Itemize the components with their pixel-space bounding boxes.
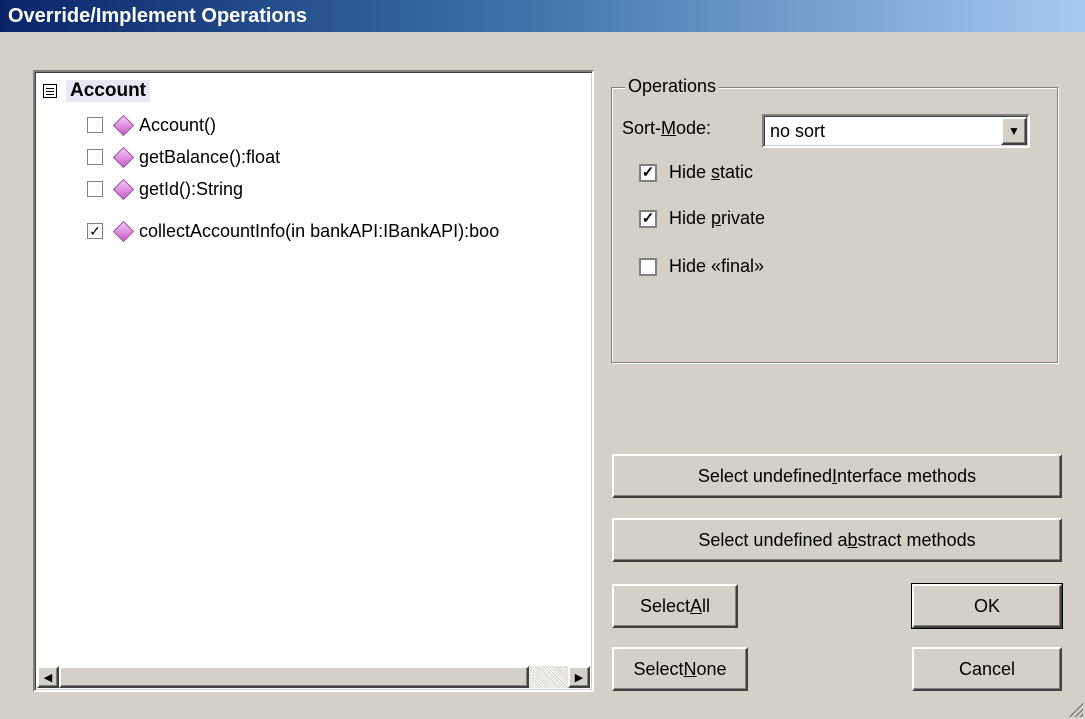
tree-item-checkbox[interactable]: [87, 181, 103, 197]
tree-item-label: getId():String: [139, 178, 244, 199]
tree-item-label: collectAccountInfo(in bankAPI:IBankAPI):…: [139, 220, 500, 241]
hide-final-label: Hide «final»: [669, 256, 765, 276]
select-interface-methods-button[interactable]: Select undefined Interface methods: [612, 454, 1062, 498]
select-none-button[interactable]: Select None: [612, 647, 748, 691]
hide-final-checkbox[interactable]: Hide «final»: [639, 256, 764, 277]
operation-icon: [112, 178, 135, 200]
operation-icon: [112, 114, 135, 136]
tree-item-account-constructor[interactable]: Account(): [87, 112, 216, 138]
tree-item-getid[interactable]: getId():String: [87, 176, 243, 202]
operations-group: Operations Sort-Mode: no sort ▼ ✓ Hide s…: [611, 76, 1058, 363]
tree-root-label: Account: [66, 80, 150, 102]
collapse-icon[interactable]: [43, 84, 57, 98]
operations-legend: Operations: [625, 76, 720, 97]
hide-static-check[interactable]: ✓: [639, 163, 657, 182]
sort-mode-value: no sort: [770, 121, 826, 141]
tree-root-account[interactable]: Account: [43, 78, 150, 104]
tree-item-getbalance[interactable]: getBalance():float: [87, 144, 280, 170]
ok-button[interactable]: OK: [911, 583, 1063, 629]
hide-final-check[interactable]: [639, 257, 657, 276]
resize-grip-icon[interactable]: [1067, 701, 1083, 717]
hide-static-checkbox[interactable]: ✓ Hide static: [639, 162, 753, 183]
tree-item-label: Account(): [139, 114, 217, 135]
hide-private-label: Hide private: [669, 208, 766, 228]
scroll-left-icon[interactable]: ◀: [37, 666, 59, 688]
tree-item-label: getBalance():float: [139, 146, 281, 167]
hide-static-label: Hide static: [669, 162, 754, 182]
hide-private-checkbox[interactable]: ✓ Hide private: [639, 208, 765, 229]
hide-private-check[interactable]: ✓: [639, 209, 657, 228]
tree-item-checkbox[interactable]: ✓: [87, 223, 103, 239]
window-title: Override/Implement Operations: [0, 0, 1085, 32]
scroll-right-icon[interactable]: ▶: [568, 666, 590, 688]
sort-mode-select[interactable]: no sort ▼: [762, 114, 1030, 148]
sort-mode-label: Sort-Mode:: [622, 118, 712, 138]
tree-item-collectaccountinfo[interactable]: ✓ collectAccountInfo(in bankAPI:IBankAPI…: [87, 218, 499, 244]
chevron-down-icon[interactable]: ▼: [1001, 117, 1027, 145]
operation-icon: [112, 220, 135, 242]
horizontal-scrollbar[interactable]: ◀ ▶: [37, 666, 590, 688]
cancel-button[interactable]: Cancel: [912, 647, 1062, 691]
select-all-button[interactable]: Select All: [612, 584, 738, 628]
scroll-track[interactable]: [529, 666, 568, 688]
select-abstract-methods-button[interactable]: Select undefined a b stract methods: [612, 518, 1062, 562]
tree-item-checkbox[interactable]: [87, 117, 103, 133]
tree-item-checkbox[interactable]: [87, 149, 103, 165]
scroll-thumb[interactable]: [59, 666, 529, 688]
operations-tree[interactable]: Account Account() getBalance():float get…: [33, 70, 594, 692]
operation-icon: [112, 146, 135, 168]
